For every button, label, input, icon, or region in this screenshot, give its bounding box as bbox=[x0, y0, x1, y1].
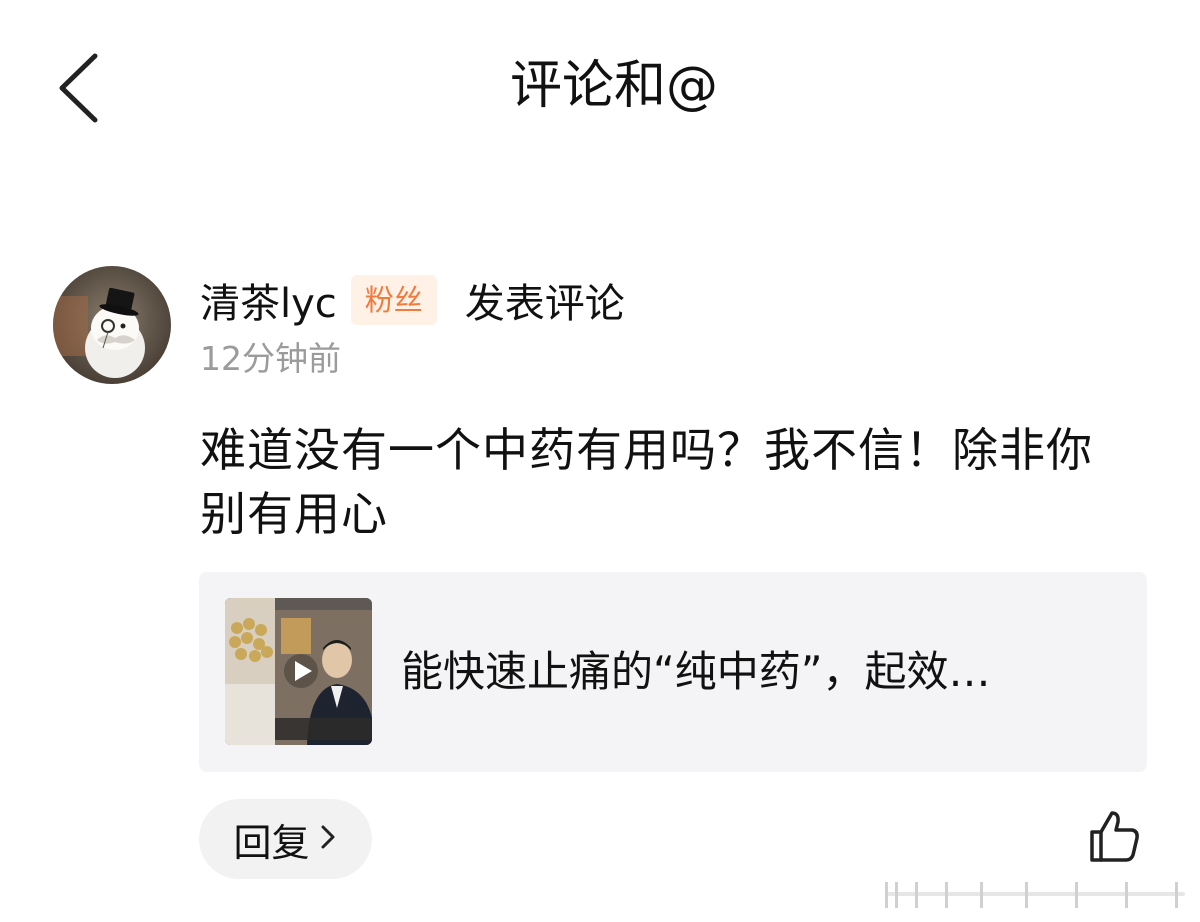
username[interactable]: 清茶lyc bbox=[200, 271, 337, 329]
page-title: 评论和@ bbox=[509, 56, 718, 116]
comment-action-text: 发表评论 bbox=[464, 281, 625, 327]
home-indicator bbox=[885, 880, 1185, 910]
linked-post-title: 能快速止痛的“纯中药”，起效… bbox=[401, 647, 991, 696]
reply-button[interactable]: 回复 bbox=[199, 799, 372, 879]
timestamp: 12分钟前 bbox=[200, 339, 341, 378]
fan-badge: 粉丝 bbox=[350, 275, 437, 325]
avatar[interactable] bbox=[53, 266, 171, 384]
comment-meta: 清茶lyc 粉丝 发表评论 bbox=[200, 270, 625, 330]
video-thumbnail-icon bbox=[225, 598, 372, 745]
top-hat-dog-avatar-icon bbox=[53, 266, 171, 384]
linked-post-card[interactable]: 能快速止痛的“纯中药”，起效… bbox=[199, 572, 1147, 772]
thumbs-up-icon bbox=[1090, 811, 1139, 862]
post-thumbnail bbox=[225, 598, 372, 745]
header-bar: 评论和@ bbox=[0, 0, 1200, 175]
chevron-right-icon bbox=[318, 822, 338, 856]
comment-text: 难道没有一个中药有用吗？我不信！除非你别有用心 bbox=[200, 423, 1093, 541]
reply-label: 回复 bbox=[233, 820, 310, 865]
like-button[interactable] bbox=[1086, 808, 1142, 864]
